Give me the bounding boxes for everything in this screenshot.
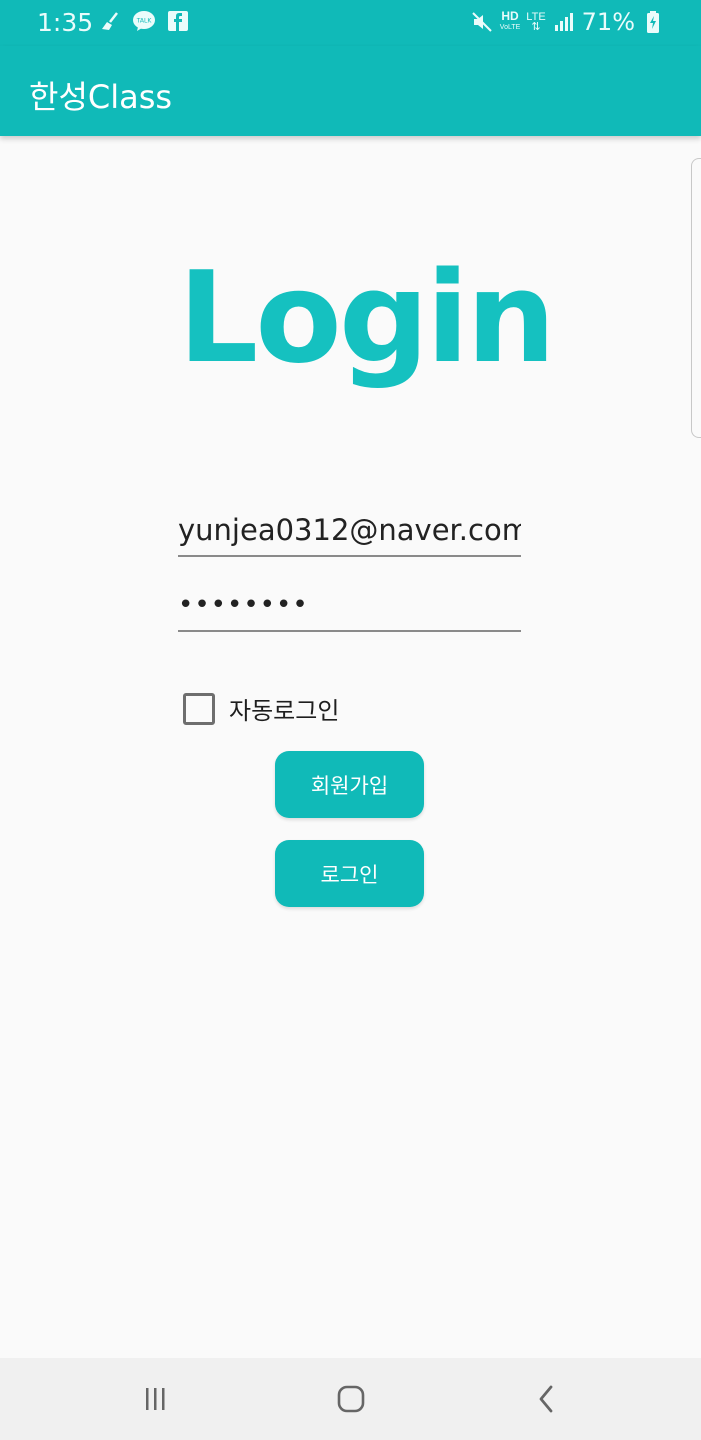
app-title: 한성Class	[29, 78, 173, 116]
auto-login-checkbox[interactable]: 자동로그인	[183, 691, 339, 726]
login-button[interactable]: 로그인	[275, 840, 424, 907]
email-field[interactable]	[178, 505, 521, 557]
status-bar: 1:35 TALK HD VoLTE LTE ⇅ 71%	[0, 0, 701, 46]
battery-charging-icon	[641, 10, 665, 34]
home-button[interactable]	[331, 1382, 371, 1416]
signal-icon	[552, 10, 576, 34]
status-time: 1:35	[37, 8, 94, 37]
edge-panel-handle[interactable]	[691, 158, 701, 438]
back-icon	[539, 1385, 553, 1413]
system-status: HD VoLTE LTE ⇅ 71%	[470, 8, 665, 36]
checkbox-box[interactable]	[183, 692, 215, 725]
recent-apps-button[interactable]	[135, 1382, 175, 1416]
broom-icon	[98, 9, 122, 33]
lte-indicator: LTE ⇅	[526, 11, 546, 33]
system-nav-bar	[0, 1358, 701, 1440]
login-screen: 1:35 TALK HD VoLTE LTE ⇅ 71% 한성Class Log…	[0, 0, 701, 1440]
kakaotalk-icon: TALK	[132, 9, 156, 33]
app-bar: 한성Class	[0, 46, 701, 136]
hd-sub-label: VoLTE	[499, 24, 521, 31]
login-logo: Login	[178, 244, 556, 391]
password-field[interactable]	[178, 580, 521, 632]
recent-apps-icon	[146, 1388, 165, 1410]
notification-icons: TALK	[98, 9, 190, 33]
svg-text:TALK: TALK	[136, 18, 153, 25]
mute-icon	[470, 10, 494, 34]
auto-login-label: 자동로그인	[229, 697, 340, 725]
signup-button[interactable]: 회원가입	[275, 751, 424, 818]
home-icon	[337, 1385, 365, 1413]
lte-label: LTE	[526, 11, 546, 23]
hd-voice-indicator: HD VoLTE	[499, 9, 521, 33]
back-button[interactable]	[527, 1382, 567, 1416]
battery-percent: 71%	[581, 8, 635, 36]
facebook-icon	[166, 9, 190, 33]
hd-label: HD	[501, 9, 519, 23]
